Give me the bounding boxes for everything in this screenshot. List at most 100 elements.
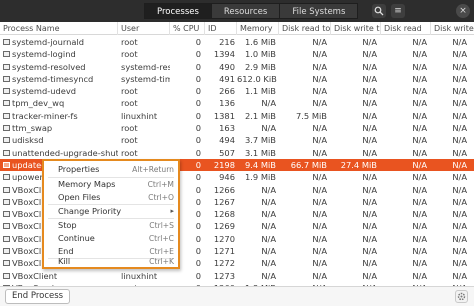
cell-drt: N/A [312, 196, 327, 207]
table-row[interactable]: systemd-resolved systemd-reso 0 490 2.9 MiB N… [0, 61, 474, 73]
process-icon [3, 63, 10, 70]
process-name-cell: ttm_swap [12, 123, 53, 134]
menu-item-kill[interactable]: Kill Ctrl+K [44, 255, 178, 268]
end-process-button[interactable]: End Process [5, 289, 71, 304]
process-icon [3, 88, 10, 95]
process-icon [3, 272, 10, 279]
cell-drt: N/A [312, 147, 327, 158]
table-row[interactable]: tracker-miner-fs linuxhint 0 1381 2.1 MiB 7.5… [0, 110, 474, 122]
cell-dr: N/A [412, 258, 427, 269]
column-disk-read-total[interactable]: Disk read tota [279, 22, 331, 35]
cell-dr: N/A [412, 98, 427, 109]
process-icon [3, 198, 10, 205]
cell-dr: N/A [412, 209, 427, 220]
cell-dwt: N/A [362, 86, 377, 97]
cell-dw: N/A [452, 73, 467, 84]
gear-icon[interactable] [455, 290, 468, 303]
tab-file-systems[interactable]: File Systems [280, 3, 359, 19]
cell-drt: N/A [312, 221, 327, 232]
cell-dw: N/A [452, 258, 467, 269]
view-switcher: Processes Resources File Systems [144, 3, 359, 19]
close-icon[interactable]: × [456, 4, 470, 18]
menu-item-label: Properties [58, 164, 100, 174]
table-row[interactable]: udisksd root 0 494 3.7 MiB N/A N/A N/A N/A [0, 134, 474, 146]
menu-item-label: Kill [58, 256, 71, 266]
tab-resources[interactable]: Resources [211, 3, 281, 19]
column-id[interactable]: ID [205, 22, 237, 35]
process-icon [3, 51, 10, 58]
table-row[interactable]: systemd-udevd root 0 266 1.1 MiB N/A N/A N/A N/A [0, 85, 474, 97]
menu-item-properties[interactable]: Properties Alt+Return [44, 163, 178, 176]
cell-user: root [121, 86, 138, 97]
process-name-cell: systemd-timesyncd [12, 73, 94, 84]
cell-id: 491 [219, 73, 235, 84]
cell-id: 1266 [213, 184, 235, 195]
process-name-cell: tracker-miner-fs [12, 110, 78, 121]
cell-user: root [121, 49, 138, 60]
cell-id: 216 [219, 37, 235, 47]
cell-dr: N/A [412, 221, 427, 232]
table-row[interactable]: systemd-timesyncd systemd-time 0 491612.0 K… [0, 73, 474, 85]
cell-id: 266 [219, 86, 235, 97]
cell-dwt: N/A [362, 98, 377, 109]
table-row[interactable]: unattended-upgrade-shutdownroot 0 507 3.1 M… [0, 147, 474, 159]
cell-cpu: 0 [195, 98, 201, 109]
table-row[interactable]: tpm_dev_wq root 0 136 N/A N/A N/A N/A N/A [0, 97, 474, 109]
cell-memory: N/A [261, 233, 276, 244]
column-cpu[interactable]: % CPU [170, 22, 205, 35]
cell-drt: N/A [312, 123, 327, 134]
menu-item-change-priority[interactable]: Change Priority ▸ [44, 205, 178, 218]
column-disk-write-total[interactable]: Disk write tot [331, 22, 381, 35]
cell-dwt: N/A [362, 233, 377, 244]
menu-item-memory-maps[interactable]: Memory Maps Ctrl+M [44, 178, 178, 191]
cell-memory: N/A [261, 246, 276, 257]
process-name-cell: systemd-logind [12, 49, 76, 60]
column-process-name[interactable]: Process Name [0, 22, 118, 35]
cell-cpu: 0 [195, 61, 201, 72]
column-user[interactable]: User [118, 22, 170, 35]
action-bar: End Process [0, 286, 474, 306]
cell-memory: N/A [261, 184, 276, 195]
menu-item-continue[interactable]: Continue Ctrl+C [44, 232, 178, 245]
cell-dr: N/A [412, 123, 427, 134]
cell-dr: N/A [412, 159, 427, 170]
menu-item-stop[interactable]: Stop Ctrl+S [44, 219, 178, 232]
cell-dwt: N/A [362, 61, 377, 72]
cell-drt: N/A [312, 209, 327, 220]
cell-user: root [121, 147, 138, 158]
menu-item-open-files[interactable]: Open Files Ctrl+O [44, 191, 178, 204]
cell-dr: N/A [412, 196, 427, 207]
table-row[interactable]: VBoxClient linuxhint 0 1273 N/A N/A N/A N/A N/A [0, 270, 474, 282]
cell-cpu: 0 [195, 86, 201, 97]
search-icon[interactable] [372, 4, 386, 18]
cell-memory: N/A [261, 270, 276, 281]
cell-dr: N/A [412, 73, 427, 84]
cell-cpu: 0 [195, 37, 201, 47]
cell-drt: 7.5 MiB [296, 110, 327, 121]
cell-user: root [121, 123, 138, 134]
cell-dr: N/A [412, 147, 427, 158]
process-name-cell: udisksd [12, 135, 44, 146]
cell-dr: N/A [412, 184, 427, 195]
cell-dw: N/A [452, 49, 467, 60]
cell-drt: N/A [312, 86, 327, 97]
table-row[interactable]: systemd-journald root 0 216 1.6 MiB N/A N/A N/A… [0, 36, 474, 48]
cell-dr: N/A [412, 37, 427, 47]
process-icon [3, 186, 10, 193]
cell-cpu: 0 [195, 270, 201, 281]
cell-user: root [121, 37, 138, 47]
column-disk-write[interactable]: Disk write [431, 22, 474, 35]
hamburger-menu-icon[interactable]: ≡ [391, 4, 405, 18]
cell-dwt: N/A [362, 147, 377, 158]
tab-processes[interactable]: Processes [144, 3, 212, 19]
cell-dwt: 27.4 MiB [340, 159, 377, 170]
menu-item-label: Memory Maps [58, 179, 116, 189]
table-row[interactable]: ttm_swap root 0 163 N/A N/A N/A N/A N/A [0, 122, 474, 134]
menu-item-shortcut: Ctrl+M [147, 180, 174, 189]
process-name-cell: systemd-udevd [12, 86, 77, 97]
cell-drt: N/A [312, 172, 327, 183]
column-disk-read[interactable]: Disk read [381, 22, 431, 35]
table-row[interactable]: systemd-logind root 0 1394 1.0 MiB N/A N/A N/A N… [0, 48, 474, 60]
column-memory[interactable]: Memory [237, 22, 279, 35]
cell-dw: N/A [452, 98, 467, 109]
